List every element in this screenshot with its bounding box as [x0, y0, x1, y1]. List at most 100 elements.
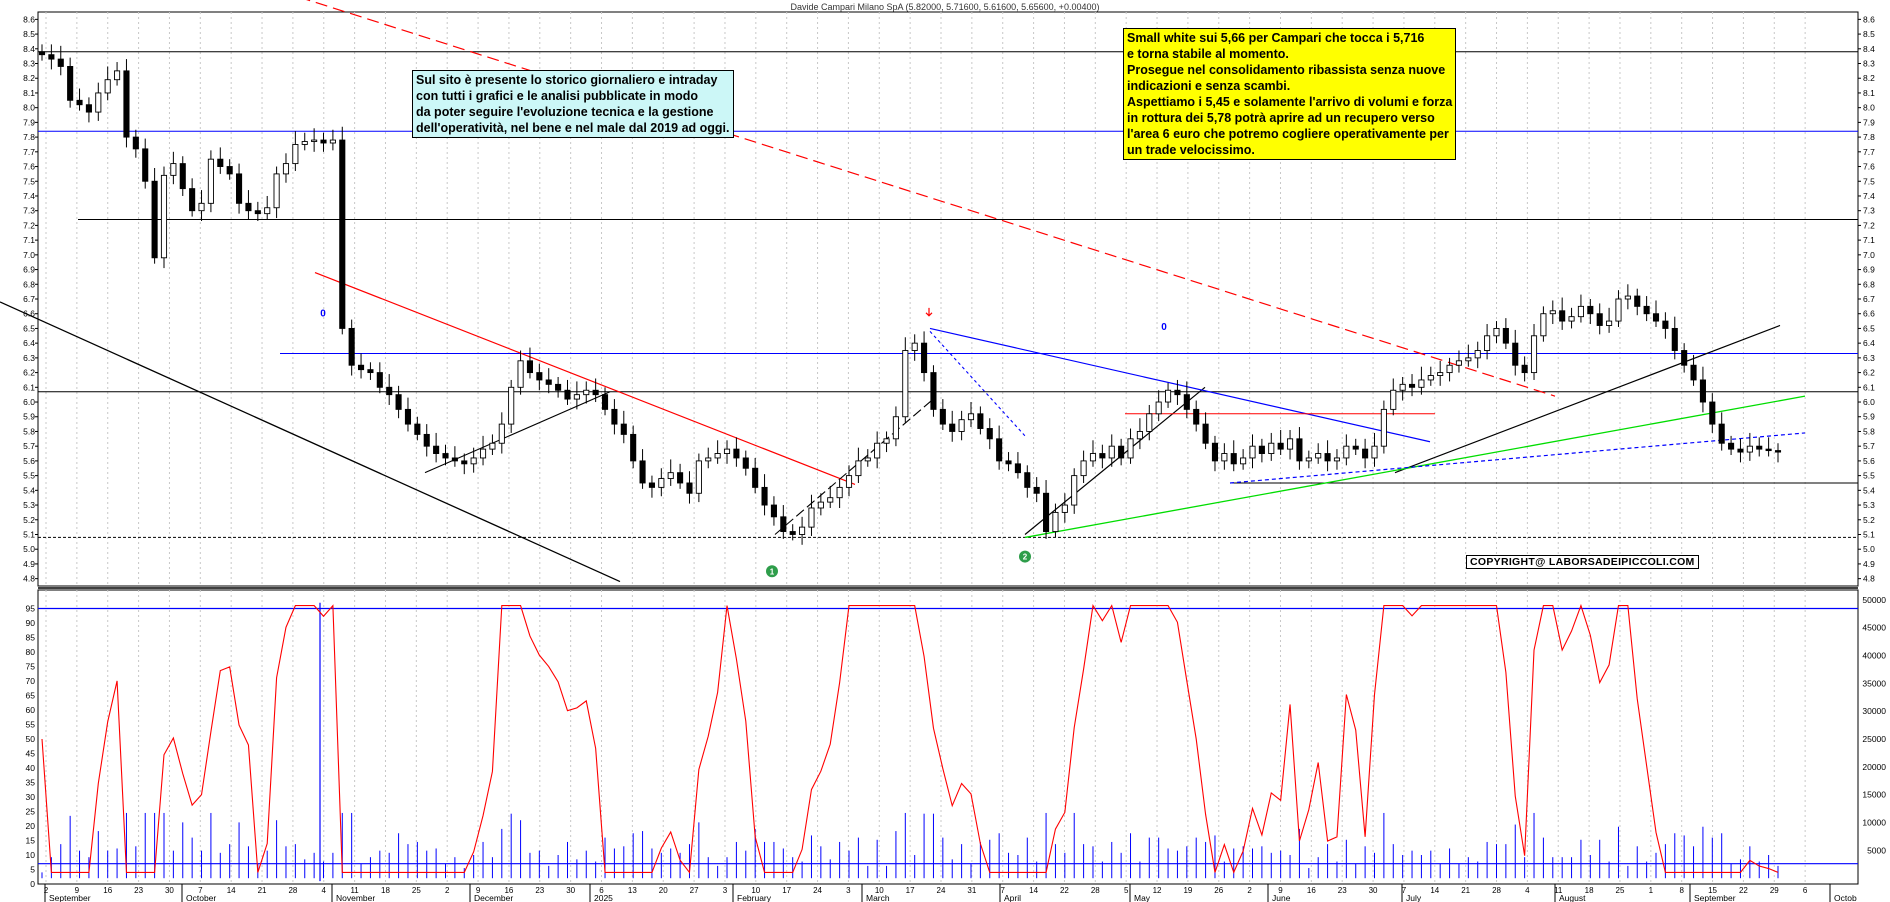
volume-tick: 50000 — [1862, 595, 1886, 605]
day-label: 30 — [566, 886, 575, 895]
day-label: 22 — [1739, 886, 1748, 895]
candle-down — [1014, 463, 1021, 474]
trendline-black-dashed — [774, 397, 936, 535]
price-tick-left: 7.3 — [23, 206, 35, 216]
day-label: 14 — [1029, 886, 1038, 895]
candle-up — [1333, 457, 1341, 462]
price-tick-right: 6.9 — [1863, 265, 1875, 275]
oscillator-tick: 80 — [26, 647, 36, 657]
price-tick-right: 7.3 — [1863, 206, 1875, 216]
day-label: 28 — [1091, 886, 1100, 895]
candle-down — [770, 504, 777, 518]
candle-down — [123, 70, 130, 138]
candle-down — [536, 372, 543, 381]
day-label: 22 — [1060, 886, 1069, 895]
price-tick-left: 5.6 — [23, 456, 35, 466]
price-tick-right: 7.5 — [1863, 176, 1875, 186]
candle-up — [1089, 453, 1097, 462]
candle-up — [1371, 445, 1378, 459]
price-tick-right: 5.9 — [1863, 412, 1875, 422]
candle-up — [845, 475, 853, 488]
price-tick-left: 8.5 — [23, 29, 35, 39]
price-tick-right: 8.6 — [1863, 14, 1875, 24]
oscillator-tick: 25 — [26, 807, 36, 817]
price-tick-right: 8.2 — [1863, 73, 1875, 83]
candle-up — [292, 144, 299, 165]
oscillator-tick: 0 — [30, 879, 35, 889]
candle-down — [1211, 442, 1219, 462]
candle-down — [1662, 320, 1669, 329]
day-label: 29 — [1770, 886, 1779, 895]
price-tick-left: 7.6 — [23, 162, 35, 172]
day-label: 13 — [628, 886, 637, 895]
candle-down — [733, 448, 740, 459]
day-label: 3 — [723, 886, 728, 895]
candle-down — [1671, 327, 1678, 351]
price-tick-left: 8.2 — [23, 73, 35, 83]
candle-down — [85, 104, 92, 113]
price-tick-right: 5.5 — [1863, 471, 1875, 481]
candle-down — [1765, 448, 1772, 452]
candle-up — [1080, 460, 1087, 477]
day-label: 27 — [690, 886, 699, 895]
volume-tick: 35000 — [1862, 678, 1886, 688]
candle-up — [902, 350, 909, 418]
candle-up — [95, 92, 102, 113]
oscillator-tick: 10 — [26, 850, 36, 860]
price-tick-right: 4.8 — [1863, 574, 1875, 584]
candle-down — [1718, 423, 1725, 444]
price-tick-left: 6.5 — [23, 323, 35, 333]
candle-down — [245, 202, 252, 212]
candle-up — [517, 360, 524, 388]
candle-up — [1165, 389, 1172, 403]
arrow-icon — [925, 307, 933, 317]
candle-up — [1380, 408, 1387, 447]
price-tick-right: 5.6 — [1863, 456, 1875, 466]
candle-down — [1502, 327, 1509, 344]
candle-up — [489, 442, 496, 450]
volume-tick: 15000 — [1862, 790, 1886, 800]
volume-tick: 5000 — [1867, 845, 1886, 855]
price-tick-left: 5.3 — [23, 500, 35, 510]
oscillator-tick: 5 — [30, 865, 35, 875]
candle-up — [583, 389, 590, 396]
candle-down — [1362, 448, 1369, 459]
candle-up — [864, 457, 871, 462]
candle-down — [67, 66, 74, 101]
price-tick-right: 5.2 — [1863, 515, 1875, 525]
oscillator-tick: 90 — [26, 618, 36, 628]
candle-up — [1071, 475, 1078, 506]
trendline-black-long — [0, 301, 621, 583]
oscillator-tick: 70 — [26, 676, 36, 686]
candle-down — [555, 383, 562, 391]
price-tick-right: 6.6 — [1863, 309, 1875, 319]
day-label: 18 — [381, 886, 390, 895]
candle-down — [996, 438, 1003, 462]
candle-down — [179, 163, 186, 190]
candle-down — [442, 453, 449, 459]
candle-down — [630, 433, 637, 462]
candle-down — [461, 460, 468, 465]
candle-up — [958, 419, 965, 432]
month-label: February — [737, 893, 772, 902]
candle-down — [1709, 401, 1716, 425]
candle-down — [48, 54, 55, 60]
candle-up — [207, 158, 214, 204]
candle-up — [104, 79, 111, 94]
wave-label: 0 — [1161, 322, 1167, 333]
candle-up — [1540, 313, 1547, 337]
price-tick-right: 5.7 — [1863, 441, 1875, 451]
day-label: 6 — [1803, 886, 1808, 895]
candle-down — [611, 408, 618, 425]
candle-down — [38, 51, 46, 56]
trendline-black — [1024, 386, 1206, 535]
candle-up — [667, 472, 674, 480]
candle-up — [282, 163, 290, 175]
candle-down — [1690, 364, 1697, 381]
price-tick-left: 4.9 — [23, 559, 35, 569]
candle-down — [1024, 472, 1031, 488]
candle-down — [677, 472, 684, 484]
candle-up — [1427, 375, 1434, 381]
month-label: November — [336, 893, 375, 902]
price-tick-right: 7.6 — [1863, 162, 1875, 172]
